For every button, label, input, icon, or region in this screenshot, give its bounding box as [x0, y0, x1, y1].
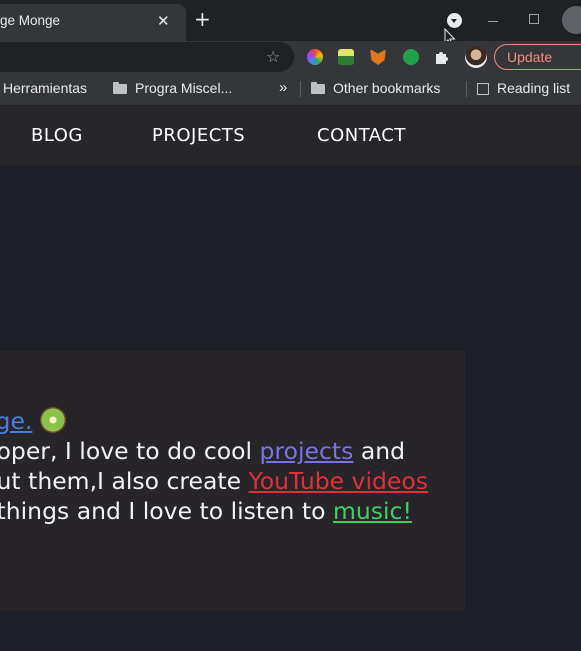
extension-color-icon[interactable] [307, 49, 323, 65]
folder-icon [113, 82, 127, 94]
nav-blog-link[interactable]: BLOG [31, 125, 83, 146]
projects-link[interactable]: projects [260, 437, 354, 465]
puzzle-icon[interactable] [434, 49, 450, 65]
name-link[interactable]: ge. [0, 407, 32, 435]
active-tab[interactable]: ge Monge ✕ [0, 4, 186, 41]
intro-line-4: things and I love to listen to music! [0, 496, 428, 526]
intro-text-segment: things and I love to listen to [0, 497, 333, 525]
nav-projects-link[interactable]: PROJECTS [152, 125, 245, 146]
bookmark-label: Progra Miscel... [135, 80, 233, 96]
bookmark-folder-progra[interactable]: Progra Miscel... [113, 80, 232, 96]
star-icon[interactable]: ☆ [266, 47, 280, 66]
bookmark-label: Other bookmarks [333, 80, 441, 96]
tab-strip: ge Monge ✕ + [0, 0, 581, 46]
close-window-button[interactable] [562, 6, 581, 34]
intro-text: ge. oper, I love to do cool projects and… [0, 406, 428, 526]
intro-text-segment: oper, I love to do cool [0, 437, 260, 465]
other-bookmarks[interactable]: Other bookmarks [311, 80, 440, 96]
bookmark-herramientas[interactable]: Herramientas [3, 80, 87, 96]
profile-avatar[interactable] [465, 46, 487, 68]
reading-list-icon [477, 83, 489, 95]
intro-line-2: oper, I love to do cool projects and [0, 436, 428, 466]
browser-toolbar: ☆ Update [0, 41, 581, 73]
intro-card: ge. oper, I love to do cool projects and… [0, 351, 465, 611]
bookmarks-divider [300, 81, 301, 97]
tab-search-icon[interactable] [447, 13, 462, 28]
reading-list[interactable]: Reading list [477, 80, 570, 96]
extension-sheet-icon[interactable] [338, 49, 354, 65]
new-tab-button[interactable]: + [194, 9, 211, 29]
folder-icon [311, 82, 325, 94]
metamask-fox-icon[interactable] [370, 49, 386, 65]
minimize-button[interactable] [488, 21, 498, 22]
bookmark-label: Herramientas [3, 80, 88, 96]
music-link[interactable]: music! [333, 497, 412, 525]
update-button[interactable]: Update [494, 44, 581, 70]
bookmarks-overflow-button[interactable]: » [279, 79, 287, 96]
intro-line-3: ut them,I also create YouTube videos [0, 466, 428, 496]
address-bar[interactable]: ☆ [0, 42, 294, 72]
kiwi-emoji-icon [39, 407, 66, 433]
intro-line-1: ge. [0, 406, 427, 436]
close-tab-icon[interactable]: ✕ [157, 12, 170, 30]
maximize-button[interactable] [529, 14, 539, 24]
tab-title: ge Monge [0, 13, 61, 28]
nav-contact-link[interactable]: CONTACT [317, 125, 406, 146]
extension-bplus-icon[interactable] [403, 49, 419, 65]
site-navbar: BLOG PROJECTS CONTACT [0, 106, 581, 166]
youtube-videos-link[interactable]: YouTube videos [249, 467, 428, 495]
bookmarks-bar: Herramientas Progra Miscel... » Other bo… [0, 73, 581, 106]
intro-text-segment: ut them,I also create [0, 467, 249, 495]
bookmark-label: Reading list [497, 80, 571, 96]
intro-text-segment: and [353, 437, 406, 465]
bookmarks-divider [466, 81, 467, 97]
